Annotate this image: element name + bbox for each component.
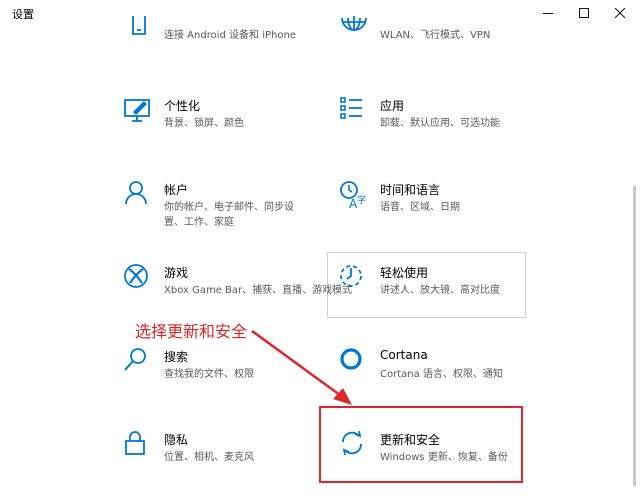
tile-subtitle: 位置、相机、麦克风 xyxy=(164,452,254,463)
tile-title: 个性化 xyxy=(164,99,201,113)
tile-title: Cortana xyxy=(380,348,428,362)
tile-subtitle: 卸载、默认应用、可选功能 xyxy=(380,118,500,129)
tile-network[interactable]: WLAN、飞行模式、VPN xyxy=(340,16,540,86)
settings-window: 设置 连接 Android 设备和 iPhone WLAN、飞行模式、VPN 个… xyxy=(0,0,640,502)
tile-subtitle-line2: 置、工作、家庭 xyxy=(164,217,234,228)
lock-icon xyxy=(124,431,154,461)
tile-title: 游戏 xyxy=(164,266,189,280)
close-icon xyxy=(615,8,625,18)
tile-subtitle: Xbox Game Bar、捕获、直播、游戏模式 xyxy=(164,285,353,296)
tile-personalization[interactable]: 个性化 背景、锁屏、颜色 xyxy=(124,97,324,167)
tile-subtitle: 你的帐户、电子邮件、同步设 xyxy=(164,202,294,213)
globe-icon xyxy=(340,16,370,46)
tile-subtitle: WLAN、飞行模式、VPN xyxy=(380,30,491,41)
tile-subtitle: 语音、区域、日期 xyxy=(380,202,460,213)
annotation-highlight-box xyxy=(319,406,523,483)
tile-phone[interactable]: 连接 Android 设备和 iPhone xyxy=(124,16,324,86)
tile-title: 时间和语言 xyxy=(380,183,441,197)
tile-privacy[interactable]: 隐私 位置、相机、麦克风 xyxy=(124,431,324,501)
close-button[interactable] xyxy=(602,0,638,26)
tile-accounts[interactable]: 帐户 你的帐户、电子邮件、同步设 置、工作、家庭 xyxy=(124,181,324,251)
tile-title: 搜索 xyxy=(164,350,189,364)
tile-title: 应用 xyxy=(380,99,405,113)
tile-apps[interactable]: 应用 卸载、默认应用、可选功能 xyxy=(340,97,540,167)
cortana-icon xyxy=(340,348,370,378)
tile-search[interactable]: 搜索 查找我的文件、权限 xyxy=(124,348,324,418)
person-icon xyxy=(124,181,154,211)
annotation-label: 选择更新和安全 xyxy=(135,322,248,341)
maximize-icon xyxy=(579,8,589,18)
scrollbar[interactable] xyxy=(633,186,636,486)
ease-of-access-icon xyxy=(340,264,370,294)
minimize-icon xyxy=(543,13,553,14)
maximize-button[interactable] xyxy=(566,0,602,26)
personalization-icon xyxy=(124,97,154,127)
tile-subtitle: Cortana 语言、权限、通知 xyxy=(380,369,503,380)
xbox-icon xyxy=(124,264,154,294)
tile-subtitle: 背景、锁屏、颜色 xyxy=(164,118,244,129)
tile-ease-of-access[interactable]: 轻松使用 讲述人、放大镜、高对比度 xyxy=(340,264,540,334)
tile-subtitle: 连接 Android 设备和 iPhone xyxy=(164,30,296,41)
tile-title: 轻松使用 xyxy=(380,266,429,280)
tile-subtitle: 查找我的文件、权限 xyxy=(164,369,254,380)
tile-title: 帐户 xyxy=(164,183,189,197)
window-title: 设置 xyxy=(12,8,34,21)
apps-list-icon xyxy=(340,97,370,127)
time-language-icon: A 字 xyxy=(340,181,370,211)
search-icon xyxy=(124,348,154,378)
tile-title: 隐私 xyxy=(164,433,189,447)
tile-subtitle: 讲述人、放大镜、高对比度 xyxy=(380,285,500,296)
phone-icon xyxy=(124,16,154,46)
svg-text:字: 字 xyxy=(357,194,366,206)
tile-time-language[interactable]: A 字 时间和语言 语音、区域、日期 xyxy=(340,181,540,251)
